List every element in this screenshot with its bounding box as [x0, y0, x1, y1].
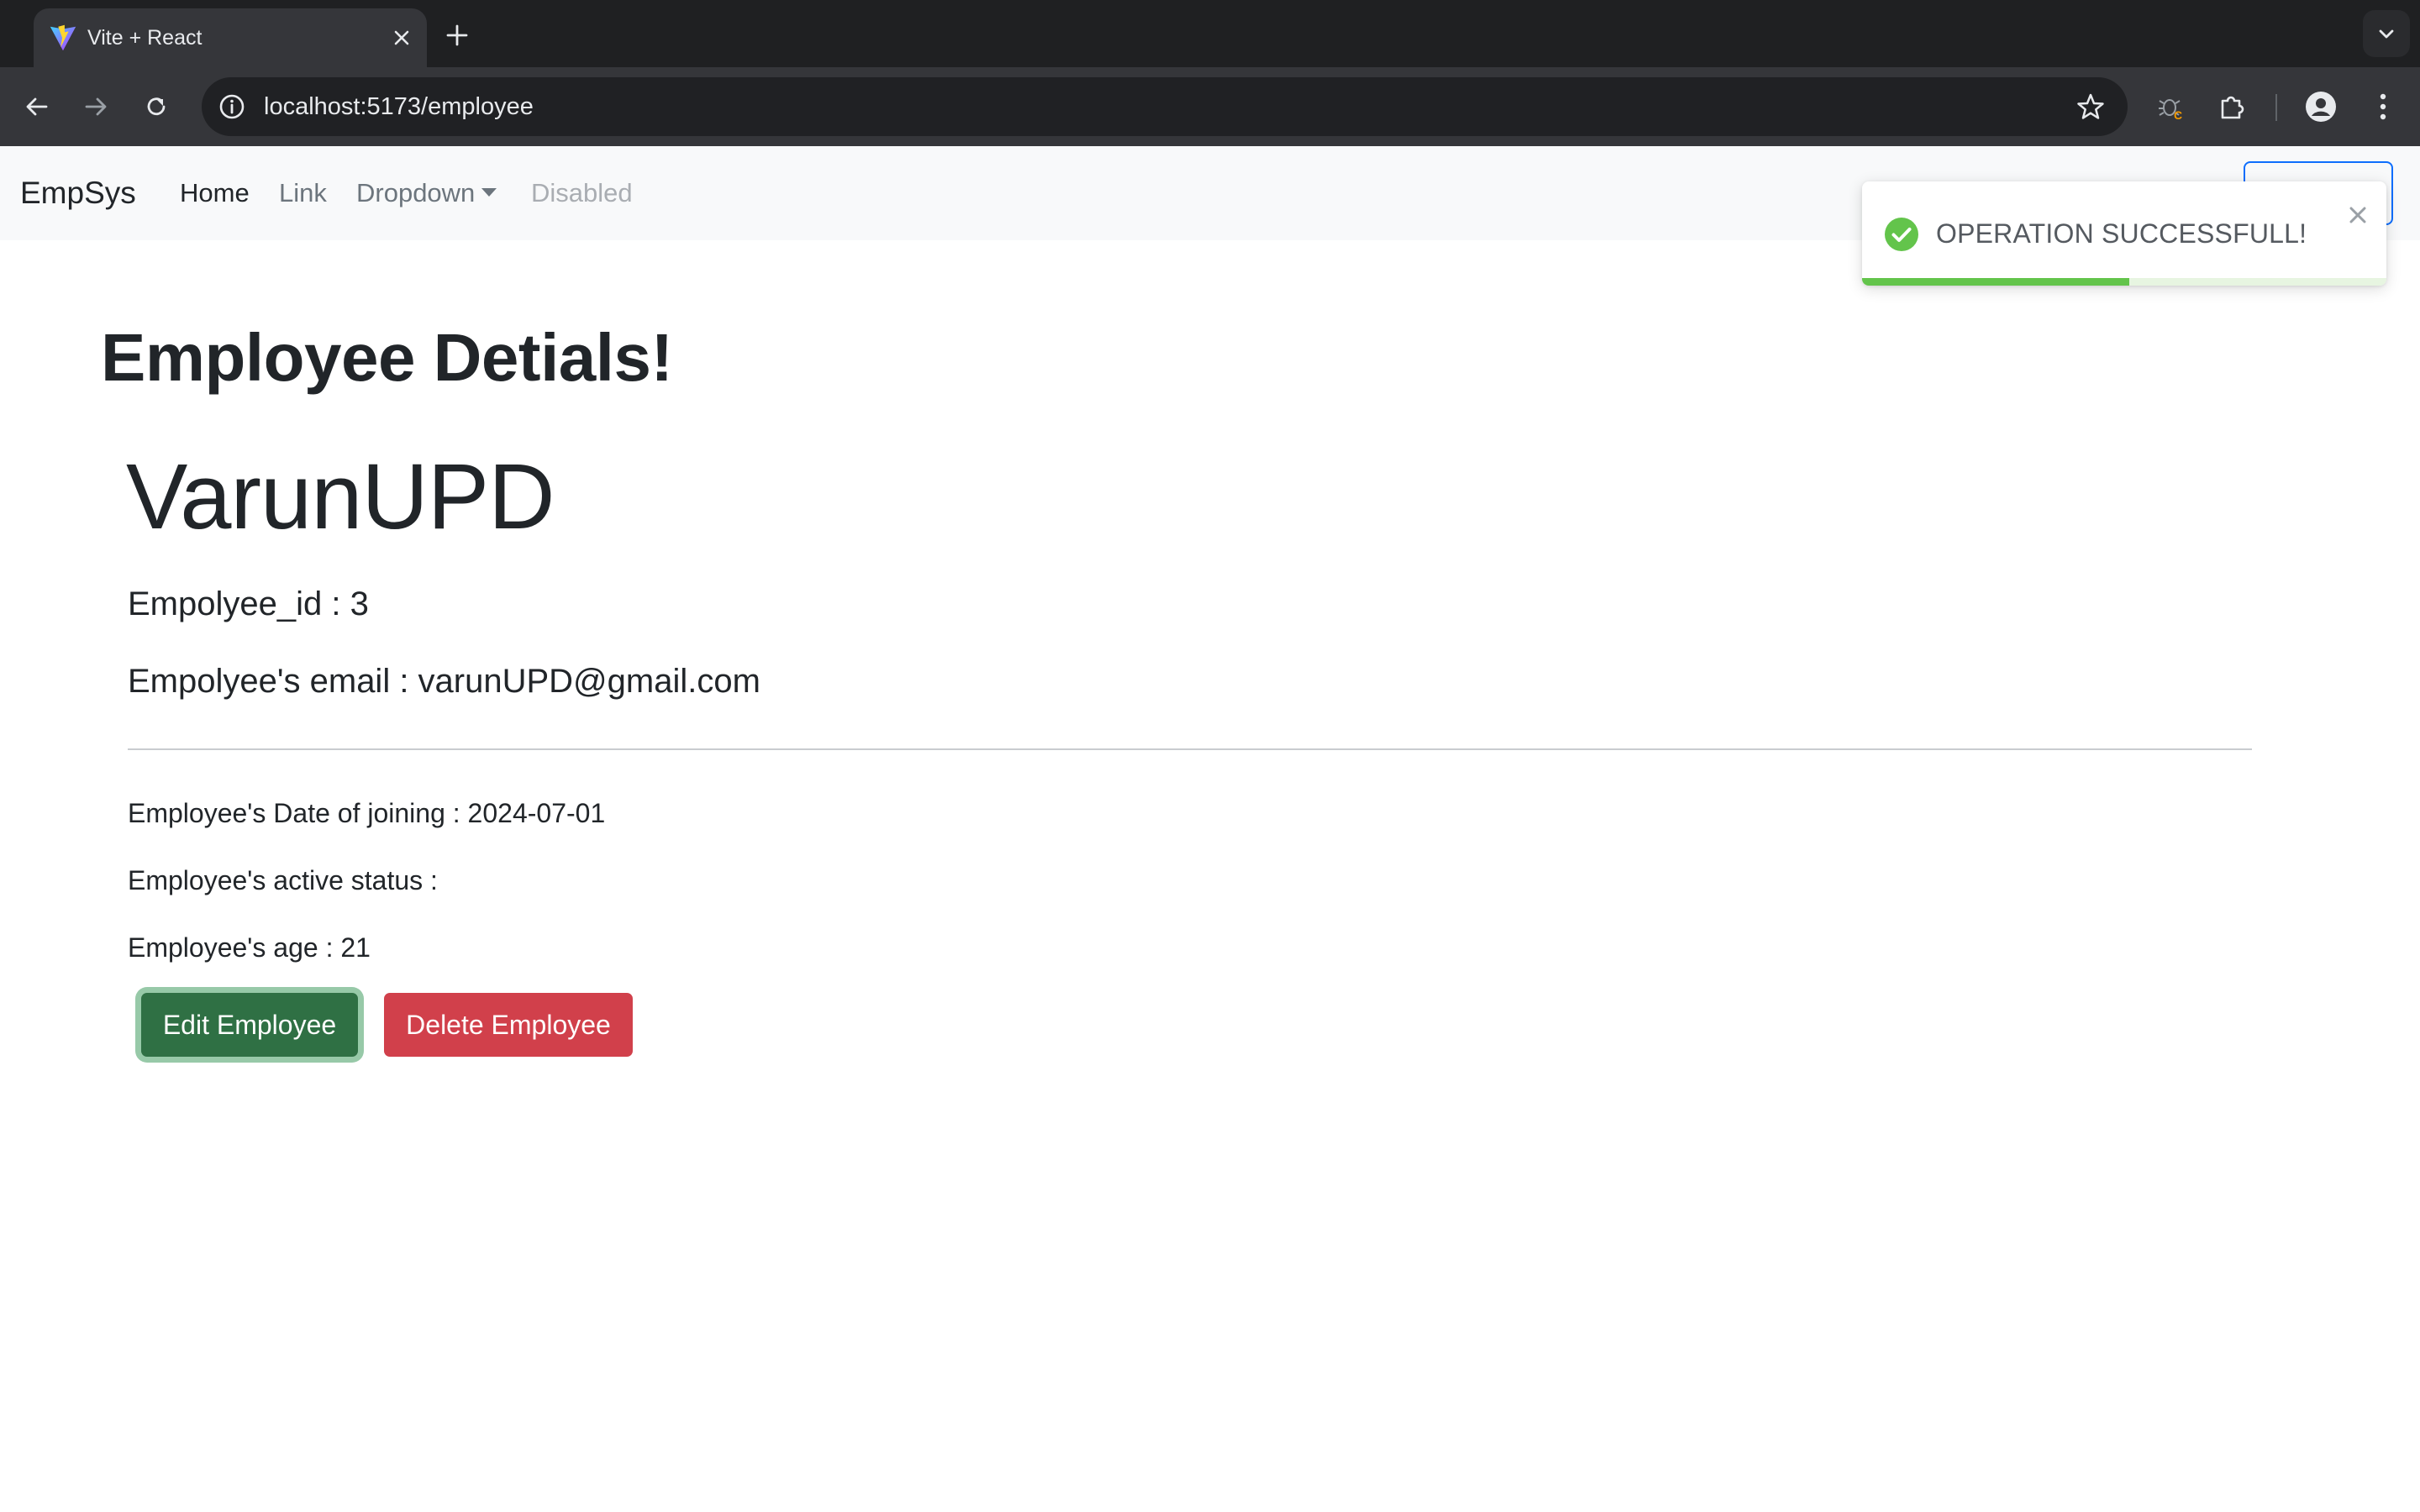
employee-date-of-joining: Employee's Date of joining : 2024-07-01: [128, 798, 606, 828]
extensions-puzzle-icon[interactable]: [2210, 85, 2254, 129]
toast-notification: OPERATION SUCCESSFULL!: [1862, 181, 2386, 286]
svg-text:C: C: [2174, 108, 2182, 121]
forward-arrow-icon[interactable]: [74, 85, 118, 129]
edit-employee-button[interactable]: Edit Employee: [141, 993, 358, 1057]
kebab-menu-icon[interactable]: [2361, 85, 2405, 129]
bookmark-star-icon[interactable]: [2072, 88, 2109, 125]
delete-employee-button[interactable]: Delete Employee: [384, 993, 633, 1057]
nav-dropdown-label: Dropdown: [356, 178, 476, 207]
toast-close-icon[interactable]: [2344, 202, 2371, 228]
new-tab-plus-icon[interactable]: [439, 17, 476, 54]
check-circle-icon: [1885, 218, 1918, 251]
nav-link-disabled: Disabled: [531, 178, 633, 207]
address-bar[interactable]: localhost:5173/employee: [202, 77, 2128, 136]
dropdown-caret-icon: [481, 188, 497, 197]
nav-link-home[interactable]: Home: [180, 146, 250, 240]
browser-tabstrip: Vite + React: [0, 0, 2420, 67]
divider: [128, 748, 2252, 750]
toast-progress-bar: [1862, 278, 2130, 286]
nav-link-link[interactable]: Link: [279, 146, 327, 240]
back-arrow-icon[interactable]: [15, 85, 59, 129]
employee-name: VarunUPD: [126, 445, 555, 549]
nav-dropdown[interactable]: Dropdown: [356, 146, 497, 240]
employee-age: Employee's age : 21: [128, 932, 371, 963]
toolbar-divider: [2275, 94, 2277, 121]
url-text[interactable]: localhost:5173/employee: [264, 77, 534, 136]
site-info-icon[interactable]: [213, 88, 250, 125]
profile-icon[interactable]: [2299, 85, 2343, 129]
reload-icon[interactable]: [134, 85, 178, 129]
browser-toolbar: localhost:5173/employee C: [0, 67, 2420, 146]
tab-title: Vite + React: [87, 26, 203, 50]
employee-active-status: Employee's active status :: [128, 865, 438, 895]
vite-logo-icon: [50, 24, 76, 51]
navbar-brand[interactable]: EmpSys: [20, 146, 136, 240]
employee-id: Empolyee_id : 3: [128, 585, 369, 622]
employee-email: Empolyee's email : varunUPD@gmail.com: [128, 663, 760, 700]
toast-message: OPERATION SUCCESSFULL!: [1936, 218, 2307, 249]
bug-extension-icon[interactable]: C: [2149, 85, 2193, 129]
browser-tab[interactable]: Vite + React: [34, 8, 427, 67]
page-title: Employee Detials!: [101, 320, 673, 395]
tab-close-icon[interactable]: [387, 23, 417, 53]
tab-search-chevron-down-icon[interactable]: [2363, 10, 2410, 57]
